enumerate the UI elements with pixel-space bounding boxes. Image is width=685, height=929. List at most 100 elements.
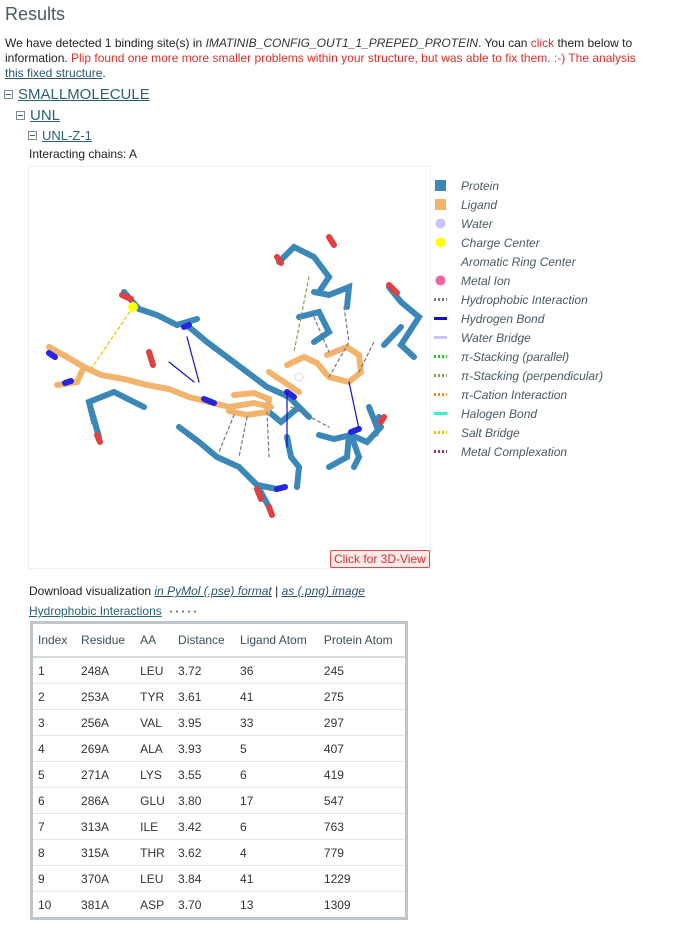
column-header: Residue: [76, 624, 136, 658]
fixed-structure-link[interactable]: this fixed structure: [5, 66, 102, 80]
table-cell: 17: [235, 787, 319, 814]
collapse-icon[interactable]: [28, 131, 37, 140]
protein-name: IMATINIB_CONFIG_OUT1_1_PREPED_PROTEIN: [205, 36, 479, 50]
table-cell: 3.42: [173, 813, 236, 840]
table-row: 9 370A LEU 3.84 41 1229: [33, 865, 405, 892]
table-cell: 3.72: [173, 657, 236, 684]
intro-line-1: We have detected 1 binding site(s) in IM…: [5, 36, 685, 51]
binding-site-visualization[interactable]: Click for 3D-View: [29, 167, 430, 568]
legend-item: Metal Ion: [434, 271, 603, 290]
intro-line-2: information. Plip found one more more sm…: [5, 51, 685, 66]
aromatic-ring-center-marker: [294, 372, 304, 382]
square-checker-icon: [434, 179, 447, 192]
table-cell: 3.80: [173, 787, 236, 814]
table-cell: 256A: [76, 709, 136, 736]
table-row: 3 256A VAL 3.95 33 297: [33, 709, 405, 736]
table-header-row: Index Residue AA Distance Ligand Atom Protein…: [33, 624, 405, 658]
collapse-icon[interactable]: [4, 90, 13, 99]
dot-icon: [434, 274, 447, 287]
nitrogen-atoms: [46, 322, 362, 492]
table-cell: 370A: [76, 865, 136, 892]
dot-icon: [434, 255, 447, 268]
download-prefix: Download visualization: [29, 584, 155, 598]
table-cell: TYR: [135, 683, 174, 710]
legend-item: Hydrophobic Interaction: [434, 290, 603, 309]
intro-post: them below to: [554, 36, 633, 50]
legend-item: Charge Center: [434, 233, 603, 252]
table-cell: 41: [235, 865, 319, 892]
click-word: click: [530, 36, 555, 50]
table-cell: LEU: [135, 865, 174, 892]
solid-line-icon: [434, 407, 447, 420]
dotted-line-icon: [434, 445, 447, 458]
interacting-chains: Interacting chains: A: [29, 147, 138, 161]
ligand-sticks: [46, 343, 365, 419]
table-cell: 2: [33, 683, 77, 710]
legend-item: Water: [434, 214, 603, 233]
table-cell: 315A: [76, 839, 136, 866]
table-cell: 9: [33, 865, 77, 892]
table-cell: 33: [235, 709, 319, 736]
png-download-link[interactable]: as (.png) image: [282, 584, 365, 598]
legend-item: π-Stacking (perpendicular): [434, 366, 603, 385]
intro-line-3: this fixed structure.: [5, 66, 685, 81]
column-header: Ligand Atom: [235, 624, 319, 658]
dot-icon: [434, 236, 447, 249]
table-cell: 297: [318, 709, 405, 736]
unl-z-1-link[interactable]: UNL-Z-1: [42, 128, 92, 143]
hydrophobic-interactions-link[interactable]: Hydrophobic Interactions: [29, 604, 162, 618]
table-cell: 3.55: [173, 761, 236, 788]
smallmolecule-link[interactable]: SMALLMOLECULE: [18, 86, 150, 103]
legend-item: π-Stacking (parallel): [434, 347, 603, 366]
table-cell: 269A: [76, 735, 136, 762]
tree-node-unl: UNL: [16, 107, 60, 124]
table-cell: 6: [235, 813, 319, 840]
table-cell: 6: [33, 787, 77, 814]
unl-link[interactable]: UNL: [30, 107, 60, 124]
legend-label: Aromatic Ring Center: [461, 254, 576, 269]
table-cell: 3.93: [173, 735, 236, 762]
table-cell: 41: [235, 683, 319, 710]
hydrophobic-dotted-line-icon: [167, 609, 196, 613]
intro-text: We have detected 1 binding site(s) in IM…: [5, 36, 685, 81]
square-checker-icon: [434, 198, 447, 211]
table-cell: 3: [33, 709, 77, 736]
table-cell: 381A: [81, 897, 110, 912]
table-cell: 4: [235, 839, 319, 866]
hydrophobic-table-wrapper: Index Residue AA Distance Ligand Atom Protein…: [30, 621, 408, 920]
hydrophobic-section-header: Hydrophobic Interactions: [29, 604, 196, 618]
legend-label: Protein: [461, 178, 500, 193]
charge-center-marker: [128, 302, 138, 312]
table-cell: 313A: [76, 813, 136, 840]
legend-label: Hydrogen Bond: [461, 311, 545, 326]
download-separator: |: [271, 584, 282, 598]
intro-pre: We have detected 1 binding site(s) in: [5, 36, 206, 50]
legend-item: Protein: [434, 176, 603, 195]
table-body: 1 248A LEU 3.72 36 245 2 253A TYR 3.61 41 275 3 256A V…: [33, 657, 405, 917]
legend-label: Ligand: [461, 197, 498, 212]
legend-label: Water: [461, 216, 493, 231]
legend-item: Ligand: [434, 195, 603, 214]
tree-node-smallmolecule: SMALLMOLECULE: [4, 86, 150, 103]
table-cell: 7: [33, 813, 77, 840]
3d-view-button[interactable]: Click for 3D-View: [330, 550, 430, 568]
table-cell: 419: [318, 761, 405, 788]
collapse-icon[interactable]: [16, 111, 25, 120]
pymol-download-link[interactable]: in PyMol (.pse) format: [154, 584, 271, 598]
legend-label: π-Stacking (perpendicular): [461, 368, 604, 383]
legend-label: Metal Complexation: [461, 444, 568, 459]
dotted-line-icon: [434, 293, 447, 306]
legend-item: Aromatic Ring Center: [434, 252, 603, 271]
legend-label: Salt Bridge: [461, 425, 520, 440]
legend-item: Hydrogen Bond: [434, 309, 603, 328]
table-cell: THR: [135, 839, 174, 866]
solid-line-icon: [434, 312, 447, 325]
column-header: Distance: [173, 624, 236, 658]
table-cell: 8: [33, 839, 77, 866]
table-cell: 4: [33, 735, 77, 762]
table-cell: 3.62: [173, 839, 236, 866]
legend-label: π-Stacking (parallel): [461, 349, 570, 364]
table-cell: ALA: [135, 735, 174, 762]
table-cell: 271A: [76, 761, 136, 788]
legend-label: Hydrophobic Interaction: [461, 292, 588, 307]
